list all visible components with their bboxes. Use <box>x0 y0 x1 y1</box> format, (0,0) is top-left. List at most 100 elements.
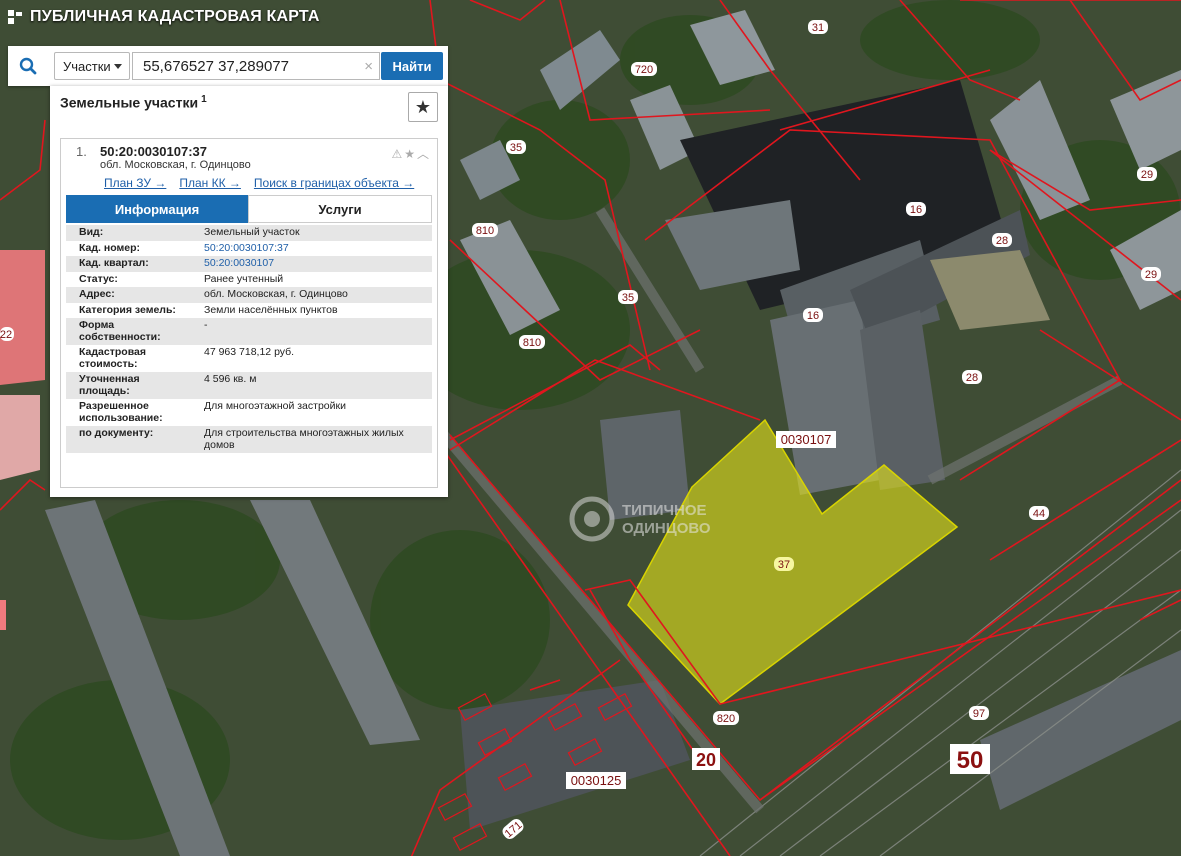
label-44: 44 <box>1029 506 1049 520</box>
label-31: 31 <box>808 20 828 34</box>
tab-info[interactable]: Информация <box>66 195 248 223</box>
svg-text:16: 16 <box>910 204 922 216</box>
table-row: Категория земель: Земли населённых пункто… <box>66 303 432 319</box>
label-29-top: 29 <box>1137 167 1157 181</box>
table-row: Уточненная площадь: 4 596 кв. м <box>66 372 432 399</box>
svg-text:720: 720 <box>635 64 653 76</box>
app-title-text: ПУБЛИЧНАЯ КАДАСТРОВАЯ КАРТА <box>30 8 320 25</box>
star-icon[interactable]: ★ <box>404 147 417 161</box>
collapse-icon[interactable]: ︿ <box>417 147 431 161</box>
search-type-select[interactable]: Участки <box>54 52 130 80</box>
svg-text:44: 44 <box>1033 508 1045 520</box>
attr-key: Уточненная площадь: <box>66 372 191 399</box>
results-title: Земельные участки <box>60 94 199 111</box>
attributes-table: Вид: Земельный участок Кад. номер: 50:20:0… <box>66 225 432 453</box>
table-row: Кадастровая стоимость: 47 963 718,12 руб. <box>66 345 432 372</box>
app-title: ПУБЛИЧНАЯ КАДАСТРОВАЯ КАРТА <box>6 8 320 26</box>
find-button[interactable]: Найти <box>381 52 443 80</box>
favorites-star-icon[interactable]: ★ <box>408 92 438 122</box>
attr-value: Для многоэтажной застройки <box>204 400 346 412</box>
svg-text:28: 28 <box>966 372 978 384</box>
attr-value: Для строительства многоэтажных жилых дом… <box>191 426 432 453</box>
search-query: 55,676527 37,289077 <box>143 57 289 75</box>
label-810-bottom: 810 <box>519 335 545 349</box>
link-plan-zu[interactable]: План ЗУ → <box>104 176 166 190</box>
attr-key: Адрес: <box>66 287 191 303</box>
svg-text:820: 820 <box>717 713 735 725</box>
label-35-mid: 35 <box>618 290 638 304</box>
label-16-top: 16 <box>906 202 926 216</box>
label-quarter-0030107: 0030107 <box>776 431 836 448</box>
attr-value: 4 596 кв. м <box>191 372 432 399</box>
attr-key: Вид: <box>66 225 191 241</box>
table-row: Статус: Ранее учтенный <box>66 272 432 288</box>
link-plan-kk[interactable]: План КК → <box>179 176 241 190</box>
svg-text:35: 35 <box>622 292 634 304</box>
label-district-20: 20 <box>692 748 720 770</box>
search-input[interactable]: 55,676527 37,289077 × <box>132 52 380 80</box>
table-row: Адрес: обл. Московская, г. Одинцово <box>66 287 432 303</box>
label-820: 820 <box>713 711 739 725</box>
svg-text:31: 31 <box>812 22 824 34</box>
svg-text:50: 50 <box>957 747 984 774</box>
link-search-in-bounds[interactable]: Поиск в границах объекта → <box>254 176 414 190</box>
clear-icon[interactable]: × <box>364 58 373 75</box>
svg-text:29: 29 <box>1141 169 1153 181</box>
result-address: обл. Московская, г. Одинцово <box>100 159 251 171</box>
table-row: Разрешенное использование: Для многоэтажн… <box>66 399 432 426</box>
attr-key: Кад. квартал: <box>66 256 191 272</box>
attr-value: обл. Московская, г. Одинцово <box>191 287 432 303</box>
svg-text:16: 16 <box>807 310 819 322</box>
attr-key: Разрешенное использование: <box>79 400 163 424</box>
svg-text:97: 97 <box>973 708 985 720</box>
svg-text:28: 28 <box>996 235 1008 247</box>
svg-text:29: 29 <box>1145 269 1157 281</box>
results-panel: Земельные участки 1 ★ 1. 50:20:0030107:37… <box>50 86 448 497</box>
chevron-down-icon <box>114 64 122 69</box>
attr-key: Форма собственности: <box>66 318 191 345</box>
result-card[interactable]: 1. 50:20:0030107:37 обл. Московская, г. … <box>60 138 438 488</box>
logo-icon <box>8 10 22 24</box>
result-tabs: Информация Услуги <box>66 195 432 223</box>
label-28-mid: 28 <box>962 370 982 384</box>
attr-value: - <box>191 318 432 345</box>
attr-value: Ранее учтенный <box>204 272 284 285</box>
label-region-50: 50 <box>950 744 990 774</box>
attr-value-link[interactable]: 50:20:0030107 <box>191 256 432 272</box>
search-icon[interactable] <box>8 46 48 86</box>
svg-text:37: 37 <box>778 559 790 571</box>
label-29-mid: 29 <box>1141 267 1161 281</box>
svg-text:810: 810 <box>476 225 494 237</box>
svg-text:0030107: 0030107 <box>781 432 832 447</box>
attr-value: 47 963 718,12 руб. <box>204 346 295 358</box>
table-row: Форма собственности: - <box>66 318 432 345</box>
label-35-top: 35 <box>506 140 526 154</box>
attr-key: Статус: <box>79 272 118 285</box>
table-row: Кад. квартал: 50:20:0030107 <box>66 256 432 272</box>
attr-key: Кадастровая стоимость: <box>79 346 146 370</box>
svg-text:0030125: 0030125 <box>571 773 622 788</box>
result-cad-number[interactable]: 50:20:0030107:37 <box>100 144 207 159</box>
warning-icon[interactable]: ⚠ <box>391 147 404 161</box>
label-810-top: 810 <box>472 223 498 237</box>
search-bar: Участки 55,676527 37,289077 × Найти <box>8 46 448 86</box>
label-97: 97 <box>969 706 989 720</box>
svg-text:35: 35 <box>510 142 522 154</box>
results-count: 1 <box>201 94 207 105</box>
attr-key: Кад. номер: <box>79 241 141 254</box>
label-720: 720 <box>631 62 657 76</box>
attr-value: Земли населённых пунктов <box>204 303 338 316</box>
label-quarter-0030125: 0030125 <box>566 772 626 789</box>
result-links: План ЗУ → План КК → Поиск в границах объ… <box>104 176 414 190</box>
attr-key: Категория земель: <box>79 303 176 316</box>
svg-text:810: 810 <box>523 337 541 349</box>
table-row: Кад. номер: 50:20:0030107:37 <box>66 241 432 257</box>
results-header: Земельные участки 1 <box>60 94 207 111</box>
svg-text:20: 20 <box>696 750 716 770</box>
result-index: 1. <box>76 144 87 159</box>
tab-services[interactable]: Услуги <box>248 195 432 223</box>
attr-value: Земельный участок <box>191 225 432 241</box>
watermark-line-1: ТИПИЧНОЕ <box>622 502 707 519</box>
label-28-top: 28 <box>992 233 1012 247</box>
attr-value-link[interactable]: 50:20:0030107:37 <box>191 241 432 257</box>
